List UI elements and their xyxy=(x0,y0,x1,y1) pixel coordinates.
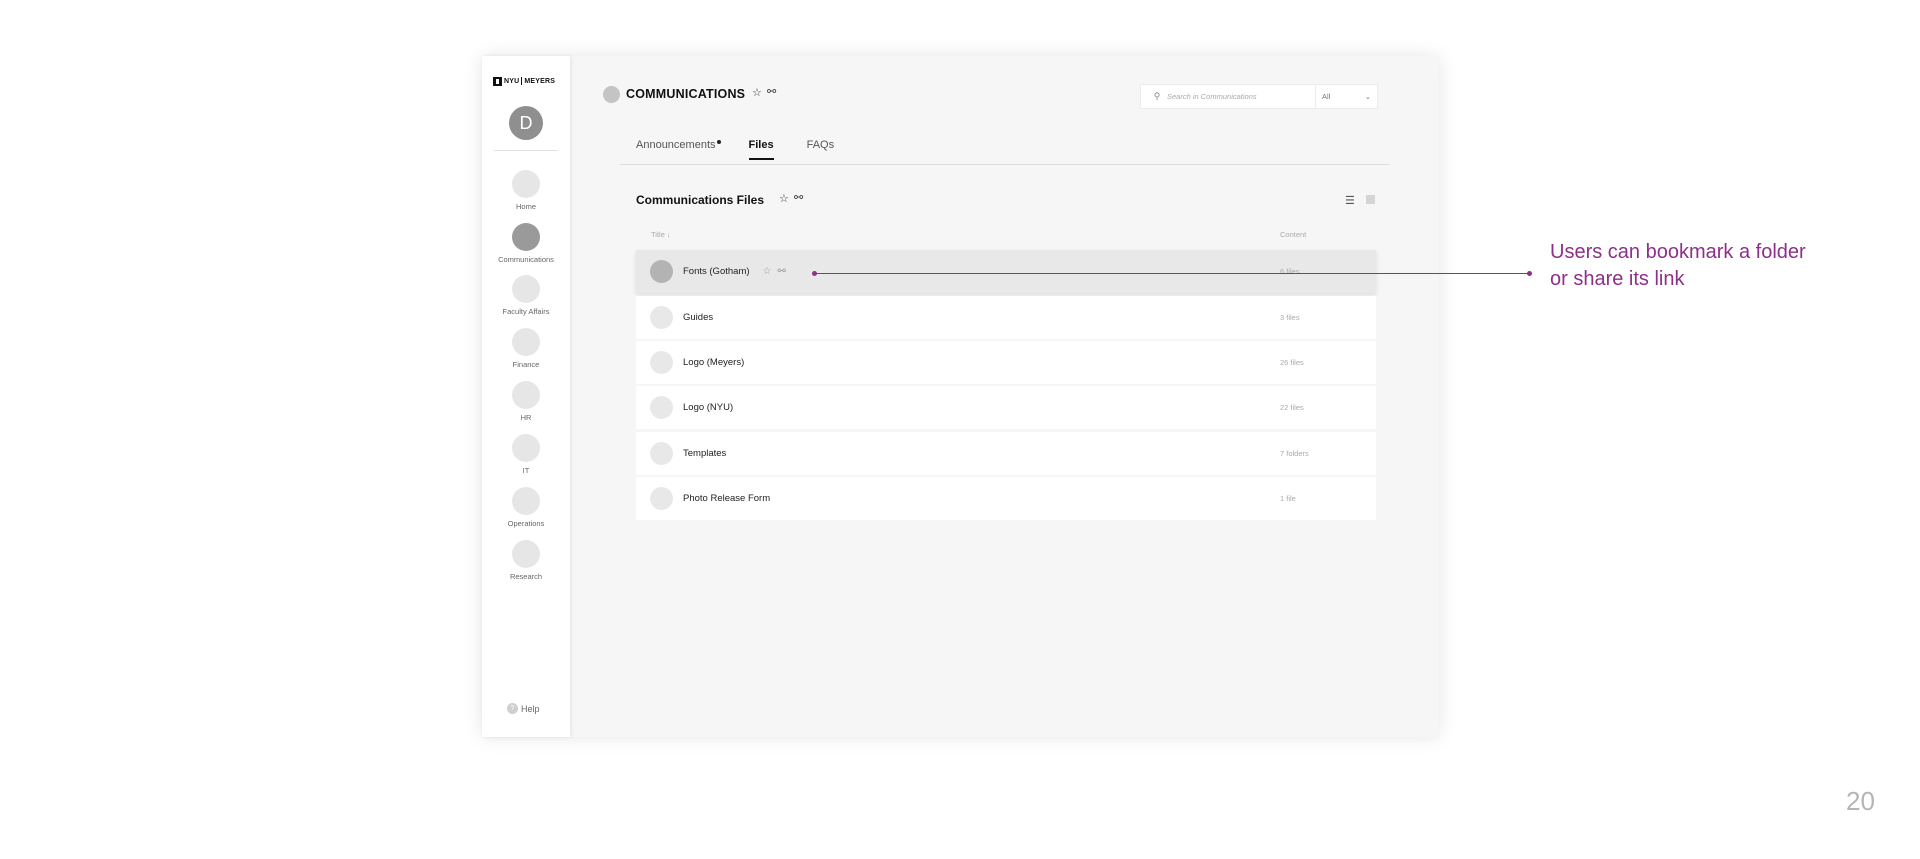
hr-icon xyxy=(512,381,540,409)
file-row[interactable]: Guides 3 files xyxy=(636,296,1376,339)
sidebar-item-operations[interactable]: Operations xyxy=(482,487,570,528)
file-name: Templates xyxy=(683,448,727,459)
file-name: Photo Release Form xyxy=(683,493,771,504)
tab-faqs[interactable]: FAQs xyxy=(807,139,835,159)
share-link-icon[interactable]: ⚯ xyxy=(778,266,786,277)
file-row[interactable]: Logo (NYU) 22 files xyxy=(636,386,1376,429)
search-scope-value: All xyxy=(1322,92,1331,101)
file-row[interactable]: Logo (Meyers) 26 files xyxy=(636,341,1376,384)
bookmark-star-icon[interactable]: ☆ xyxy=(752,86,762,99)
folder-icon xyxy=(650,260,673,283)
research-icon xyxy=(512,540,540,568)
search-icon: ⚲ xyxy=(1153,91,1161,101)
annotation-text: Users can bookmark a folder or share its… xyxy=(1550,239,1806,293)
operations-icon xyxy=(512,487,540,515)
sidebar-item-finance[interactable]: Finance xyxy=(482,328,570,369)
sidebar-item-label: Finance xyxy=(512,360,540,369)
file-count: 3 files xyxy=(1280,313,1300,322)
folder-icon xyxy=(650,442,673,465)
channel-icon xyxy=(603,86,620,103)
logo-meyers-text: MEYERS xyxy=(524,77,556,85)
file-name: Fonts (Gotham) xyxy=(683,266,750,277)
sidebar-item-label: HR xyxy=(520,413,532,422)
sidebar-item-label: Home xyxy=(515,202,536,211)
sidebar-item-label: Faculty Affairs xyxy=(502,307,550,316)
sidebar-item-it[interactable]: IT xyxy=(482,434,570,475)
annotation-line-2: or share its link xyxy=(1550,268,1685,290)
annotation-dot-end xyxy=(1527,271,1532,276)
app-window: NYU MEYERS D Home Communications Faculty… xyxy=(482,56,1439,737)
help-icon: ? xyxy=(507,703,518,714)
search-scope-select[interactable]: All ⌄ xyxy=(1315,85,1377,108)
help-label: Help xyxy=(521,703,540,714)
sidebar: NYU MEYERS D Home Communications Faculty… xyxy=(482,56,570,737)
sidebar-divider xyxy=(494,150,558,151)
logo-divider xyxy=(521,77,523,85)
sidebar-item-label: Communications xyxy=(498,255,554,264)
sidebar-item-label: Research xyxy=(509,572,543,581)
faculty-affairs-icon xyxy=(512,275,540,303)
file-count: 6 files xyxy=(1280,267,1300,276)
tab-label: Announcements xyxy=(636,139,716,151)
page-title: COMMUNICATIONS xyxy=(626,87,746,101)
file-count: 22 files xyxy=(1280,403,1304,412)
file-row[interactable]: Fonts (Gotham) ☆ ⚯ 6 files xyxy=(636,250,1376,293)
sidebar-item-hr[interactable]: HR xyxy=(482,381,570,422)
communications-icon xyxy=(512,223,540,251)
sidebar-item-communications[interactable]: Communications xyxy=(482,223,570,264)
sidebar-item-label: IT xyxy=(522,466,530,475)
file-count: 1 file xyxy=(1280,494,1296,503)
it-icon xyxy=(512,434,540,462)
sidebar-item-label: Operations xyxy=(507,519,545,528)
tab-label: FAQs xyxy=(806,139,835,151)
file-icon xyxy=(650,487,673,510)
file-name: Logo (Meyers) xyxy=(683,357,745,368)
user-avatar[interactable]: D xyxy=(509,106,543,140)
annotation-connector-line xyxy=(815,273,1530,274)
unread-dot xyxy=(716,140,721,144)
bookmark-star-icon[interactable]: ☆ xyxy=(779,192,789,205)
logo-nyu-text: NYU xyxy=(504,77,520,85)
file-count: 7 folders xyxy=(1280,449,1309,458)
tab-label: Files xyxy=(748,139,774,151)
folder-icon xyxy=(650,396,673,419)
annotation-dot-start xyxy=(812,271,817,276)
share-link-icon[interactable]: ⚯ xyxy=(767,85,776,98)
file-name: Guides xyxy=(683,312,714,323)
search-input[interactable]: Search in Communications xyxy=(1167,92,1315,101)
file-name: Logo (NYU) xyxy=(683,402,734,413)
section-title: Communications Files xyxy=(636,193,765,207)
chevron-down-icon: ⌄ xyxy=(1364,92,1371,101)
home-icon xyxy=(512,170,540,198)
sidebar-item-research[interactable]: Research xyxy=(482,540,570,581)
finance-icon xyxy=(512,328,540,356)
annotation-line-1: Users can bookmark a folder xyxy=(1550,241,1806,263)
sort-icon[interactable]: ☰ xyxy=(1345,194,1355,207)
grid-view-icon[interactable] xyxy=(1366,195,1375,204)
tab-files[interactable]: Files xyxy=(748,139,774,160)
torch-icon xyxy=(493,76,502,86)
file-row[interactable]: Templates 7 folders xyxy=(636,432,1376,475)
search-bar: ⚲ Search in Communications All ⌄ xyxy=(1140,84,1378,109)
slide-page-number: 20 xyxy=(1846,786,1875,816)
share-link-icon[interactable]: ⚯ xyxy=(794,191,803,204)
tabs-divider xyxy=(620,164,1389,165)
column-header-content: Content xyxy=(1280,230,1307,239)
column-header-title[interactable]: Title ↓ xyxy=(651,230,671,239)
file-count: 26 files xyxy=(1280,358,1304,367)
file-row[interactable]: Photo Release Form 1 file xyxy=(636,477,1376,520)
help-link[interactable]: ? Help xyxy=(507,703,540,714)
tab-announcements[interactable]: Announcements xyxy=(636,139,721,159)
folder-icon xyxy=(650,306,673,329)
sidebar-item-home[interactable]: Home xyxy=(482,170,570,211)
bookmark-star-icon[interactable]: ☆ xyxy=(763,266,772,277)
nyu-meyers-logo[interactable]: NYU MEYERS xyxy=(493,76,555,86)
sidebar-item-faculty-affairs[interactable]: Faculty Affairs xyxy=(482,275,570,316)
tab-bar: Announcements Files FAQs xyxy=(636,139,867,160)
folder-icon xyxy=(650,351,673,374)
